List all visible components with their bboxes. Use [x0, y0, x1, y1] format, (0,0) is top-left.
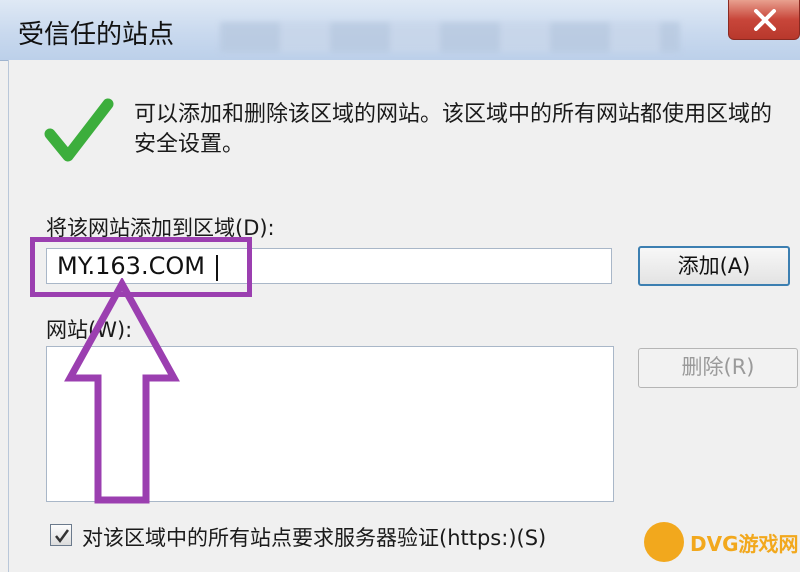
remove-button[interactable]: 删除(R): [638, 348, 798, 388]
checkmark-icon: [55, 529, 70, 544]
watermark-logo-icon: [644, 522, 684, 562]
close-button[interactable]: [728, 0, 800, 40]
green-check-icon: [44, 98, 114, 162]
add-button[interactable]: 添加(A): [638, 246, 790, 286]
https-checkbox-label: 对该区域中的所有站点要求服务器验证(https:)(S): [82, 526, 547, 550]
https-checkbox[interactable]: [50, 524, 72, 546]
close-icon: [754, 9, 776, 31]
window-title: 受信任的站点: [18, 20, 175, 50]
zone-description: 可以添加和删除该区域的网站。该区域中的所有网站都使用区域的安全设置。: [134, 102, 773, 157]
blurred-tabs: [220, 22, 680, 52]
watermark-text: DVG游戏网: [690, 532, 799, 556]
title-bar: 受信任的站点: [0, 0, 800, 61]
watermark: DVG游戏网: [640, 512, 799, 568]
up-arrow-icon: [64, 278, 180, 504]
